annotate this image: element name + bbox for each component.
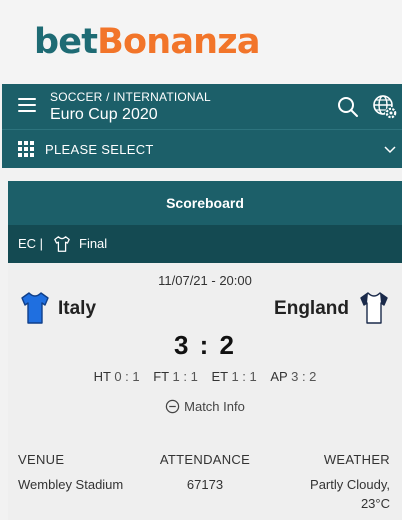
- period-scores: HT 0 : 1 FT 1 : 1 ET 1 : 1 AP 3 : 2: [8, 369, 402, 384]
- scoreboard-card: Scoreboard EC | Final 11/07/21 - 20:00 I…: [8, 181, 402, 520]
- weather-line-1: Partly Cloudy,: [310, 477, 390, 492]
- away-team-name: England: [274, 298, 349, 319]
- collapse-minus-icon: [165, 399, 180, 414]
- grid-icon: [18, 141, 34, 157]
- competition-code: EC |: [18, 236, 44, 251]
- period-et: ET 1 : 1: [211, 369, 257, 384]
- menu-icon[interactable]: [18, 98, 36, 114]
- match-datetime: 11/07/21 - 20:00: [158, 273, 252, 288]
- globe-settings-icon[interactable]: [371, 93, 399, 121]
- weather-value: Partly Cloudy, 23°C: [270, 475, 390, 513]
- logo-bar: betBonanza: [0, 0, 402, 84]
- match-info-toggle[interactable]: Match Info: [8, 399, 402, 414]
- weather-line-2: 23°C: [360, 496, 390, 511]
- top-nav: SOCCER / INTERNATIONAL Euro Cup 2020: [2, 84, 402, 129]
- match-body: 11/07/21 - 20:00 Italy England 3 : 2 HT …: [8, 263, 402, 520]
- match-stage: Final: [79, 236, 108, 251]
- final-score: 3 : 2: [173, 330, 237, 360]
- please-select-label: PLEASE SELECT: [45, 142, 154, 157]
- period-ft: FT 1 : 1: [153, 369, 198, 384]
- weather-label: WEATHER: [323, 452, 390, 467]
- please-select-dropdown[interactable]: PLEASE SELECT: [2, 129, 402, 168]
- period-ap: AP 3 : 2: [270, 369, 317, 384]
- shirt-icon: [54, 236, 70, 252]
- betbonanza-logo[interactable]: betBonanza: [34, 20, 261, 64]
- logo-part-bonanza: Bonanza: [97, 22, 260, 62]
- period-ht: HT 0 : 1: [93, 369, 140, 384]
- away-team-shirt-icon: [360, 292, 388, 324]
- competition-title: Euro Cup 2020: [50, 106, 158, 123]
- chevron-down-icon: [384, 146, 396, 154]
- home-team-name: Italy: [58, 298, 97, 319]
- match-info-label: Match Info: [184, 399, 245, 414]
- search-icon[interactable]: [336, 95, 360, 119]
- scoreboard-title: Scoreboard: [8, 181, 402, 225]
- home-team-shirt-icon: [21, 292, 49, 324]
- breadcrumb[interactable]: SOCCER / INTERNATIONAL: [50, 90, 211, 104]
- logo-part-bet: bet: [34, 22, 98, 62]
- competition-stage-bar: EC | Final: [8, 225, 402, 263]
